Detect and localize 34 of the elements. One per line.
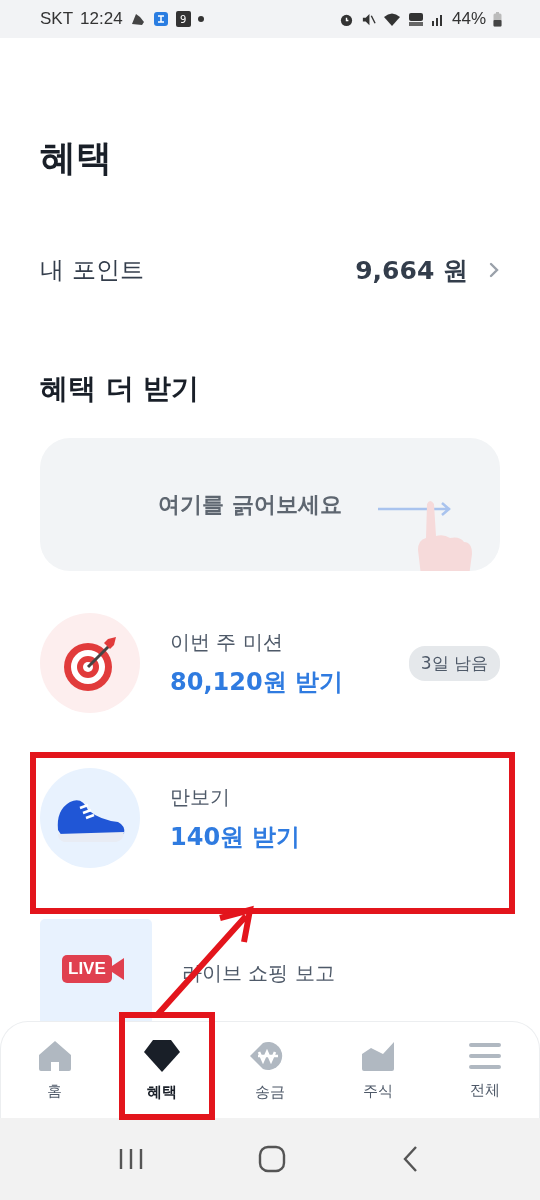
dot-icon <box>197 16 204 22</box>
nav-tab[interactable]: 홈 <box>14 1039 95 1101</box>
battery-level: 44% <box>451 9 486 29</box>
mission-reward: 140원 받기 <box>170 821 301 853</box>
scratch-hint: 여기를 긁어보세요 <box>158 490 342 519</box>
points-row[interactable]: 내 포인트 9,664 원 <box>40 252 500 289</box>
nav-tab[interactable]: 주식 <box>337 1039 418 1101</box>
carrier: SKT <box>40 9 74 29</box>
mission-reward: 80,120원 받기 <box>170 666 343 698</box>
days-left-badge: 3일 남음 <box>408 645 500 681</box>
hd-voice-icon <box>407 11 424 27</box>
section-title: 혜택 더 받기 <box>40 371 201 408</box>
mission-title: 만보기 <box>170 783 231 811</box>
page-title: 혜택 <box>40 136 113 180</box>
home-button[interactable] <box>258 1145 286 1173</box>
mission-title: 이번 주 미션 <box>170 628 284 656</box>
points-label: 내 포인트 <box>40 255 144 287</box>
clock: 12:24 <box>80 9 123 29</box>
nav-tab[interactable]: 혜택 <box>122 1038 203 1102</box>
nav-tab[interactable]: 송금 <box>230 1038 310 1102</box>
signal-icon <box>430 12 445 26</box>
battery-icon <box>493 11 502 27</box>
mission-item[interactable]: 이번 주 미션 80,120원 받기 3일 남음 <box>40 613 500 713</box>
wifi-icon <box>382 11 401 27</box>
app-icon <box>152 11 169 27</box>
mission-item[interactable]: 만보기 140원 받기 <box>40 768 500 868</box>
calendar-badge: 9 <box>175 11 191 27</box>
home-icon <box>37 1039 72 1072</box>
gem-icon <box>143 1038 182 1073</box>
chevron-icon <box>488 261 500 280</box>
nav-tab[interactable]: 전체 <box>445 1040 526 1100</box>
scratch-card[interactable]: 여기를 긁어보세요 <box>40 438 500 571</box>
points-value: 9,664 원 <box>355 254 468 287</box>
menu-icon <box>469 1040 502 1071</box>
